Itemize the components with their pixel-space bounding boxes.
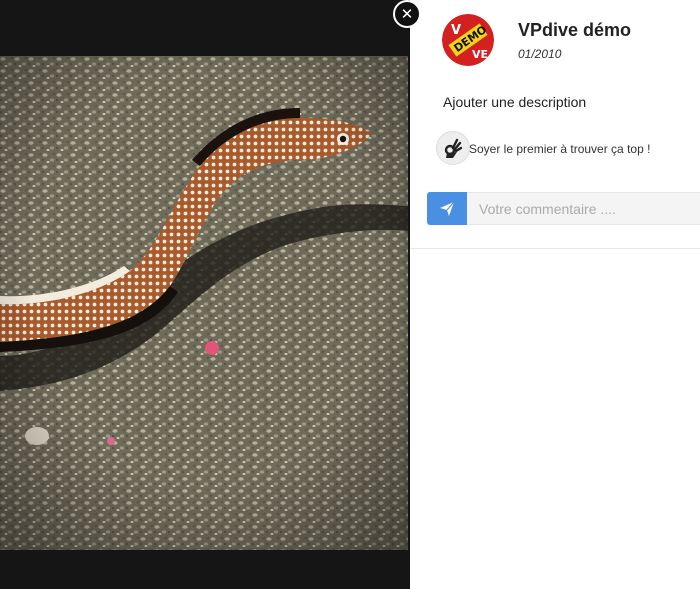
add-description-link[interactable]: Ajouter une description xyxy=(443,94,586,110)
close-icon: ✕ xyxy=(400,5,414,23)
like-button[interactable] xyxy=(436,131,470,165)
ok-hand-icon xyxy=(444,138,463,158)
author-avatar[interactable]: V DEMO VE xyxy=(442,14,494,66)
avatar-logo-letters: VE xyxy=(472,48,488,61)
photo-viewer-stage xyxy=(0,0,410,589)
divider xyxy=(410,248,700,249)
comment-input[interactable] xyxy=(467,192,700,225)
post-date: 01/2010 xyxy=(518,47,562,61)
paper-plane-icon xyxy=(440,201,455,216)
send-comment-button[interactable] xyxy=(427,192,467,225)
post-details-panel: V DEMO VE VPdive démo 01/2010 Ajouter un… xyxy=(410,0,700,589)
like-prompt: Soyer le premier à trouver ça top ! xyxy=(469,142,651,156)
eel-photo xyxy=(0,56,408,550)
author-name[interactable]: VPdive démo xyxy=(518,20,631,41)
close-viewer-button[interactable]: ✕ xyxy=(393,0,421,28)
svg-text:V: V xyxy=(451,23,461,38)
